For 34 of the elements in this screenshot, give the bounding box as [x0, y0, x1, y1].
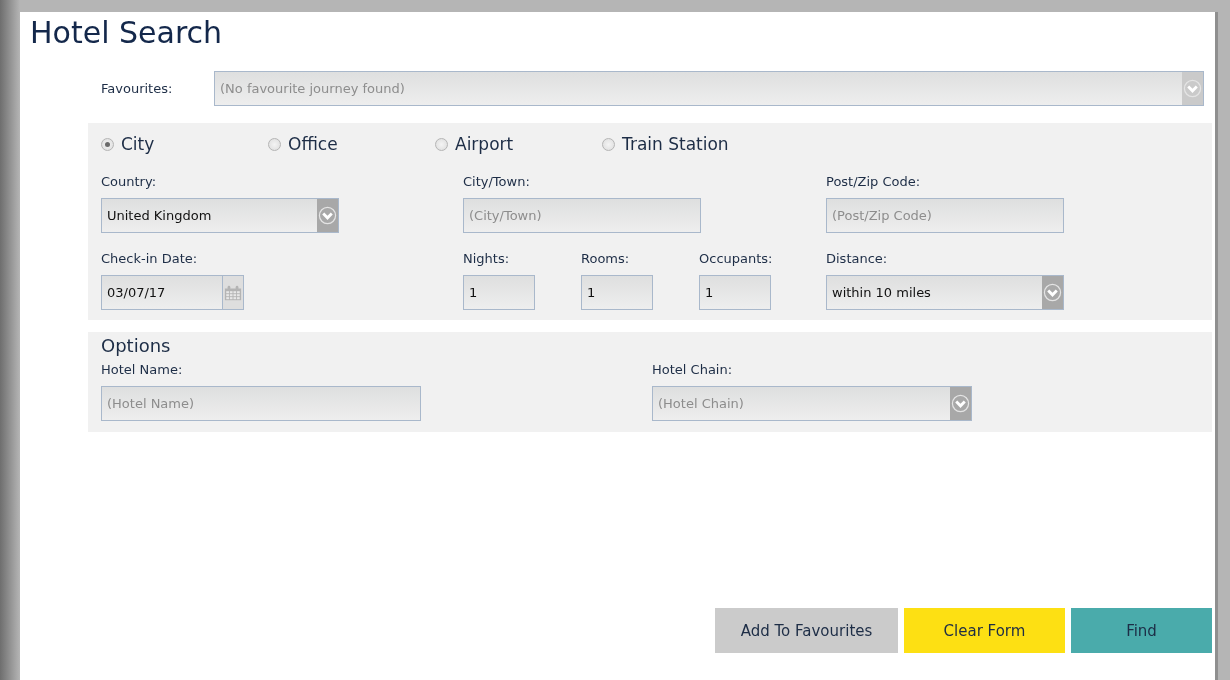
field-label: Rooms: — [581, 251, 631, 266]
field-label: Hotel Name: — [101, 362, 184, 377]
field-label: Country: — [101, 174, 158, 189]
clear-form-button[interactable]: Clear Form — [904, 608, 1065, 653]
radio-option[interactable]: Airport — [435, 134, 602, 154]
field-label: Check-in Date: — [101, 251, 199, 266]
number-field[interactable]: 1 — [699, 275, 771, 310]
radio-option[interactable]: Train Station — [602, 134, 769, 154]
field-label: Favourites: — [101, 81, 174, 96]
number-field[interactable]: 1 — [463, 275, 535, 310]
field-label: Post/Zip Code: — [826, 174, 922, 189]
radio-button[interactable] — [435, 137, 448, 151]
date-field[interactable]: 03/07/17 — [101, 275, 223, 310]
radio-option[interactable]: Office — [268, 134, 435, 154]
text-field[interactable]: (Post/Zip Code) — [826, 198, 1064, 233]
page-title: Hotel Search — [29, 14, 224, 52]
field-label: City/Town: — [463, 174, 531, 189]
text-field[interactable]: (City/Town) — [463, 198, 701, 233]
field-label: Occupants: — [699, 251, 771, 266]
radio-button[interactable] — [268, 137, 281, 151]
number-field[interactable]: 1 — [581, 275, 653, 310]
field-label: Distance: — [826, 251, 889, 266]
radio-button[interactable] — [101, 137, 114, 151]
radio-button[interactable] — [602, 137, 615, 151]
find-button[interactable]: Find — [1071, 608, 1212, 653]
text-field[interactable]: (Hotel Name) — [101, 386, 421, 421]
radio-option[interactable]: City — [101, 134, 268, 154]
dropdown[interactable]: within 10 miles — [826, 275, 1064, 310]
calendar-icon[interactable] — [224, 283, 242, 302]
section-title: Options — [101, 334, 172, 358]
add-favourites-button[interactable]: Add To Favourites — [715, 608, 898, 653]
field-label: Nights: — [463, 251, 511, 266]
field-label: Hotel Chain: — [652, 362, 734, 377]
dropdown[interactable]: United Kingdom — [101, 198, 339, 233]
